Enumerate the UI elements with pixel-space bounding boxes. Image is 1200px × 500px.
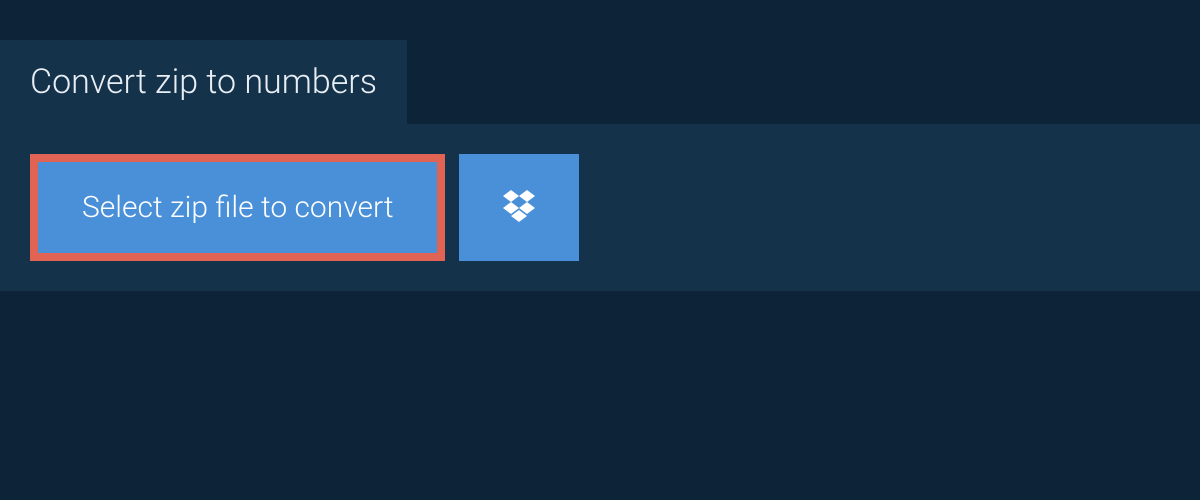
action-panel: Select zip file to convert bbox=[0, 124, 1200, 291]
select-file-label: Select zip file to convert bbox=[82, 190, 393, 225]
page-title: Convert zip to numbers bbox=[30, 62, 377, 102]
select-file-button[interactable]: Select zip file to convert bbox=[30, 154, 445, 261]
dropbox-button[interactable] bbox=[459, 154, 579, 261]
dropbox-icon bbox=[499, 186, 539, 230]
page-title-tab: Convert zip to numbers bbox=[0, 40, 407, 124]
